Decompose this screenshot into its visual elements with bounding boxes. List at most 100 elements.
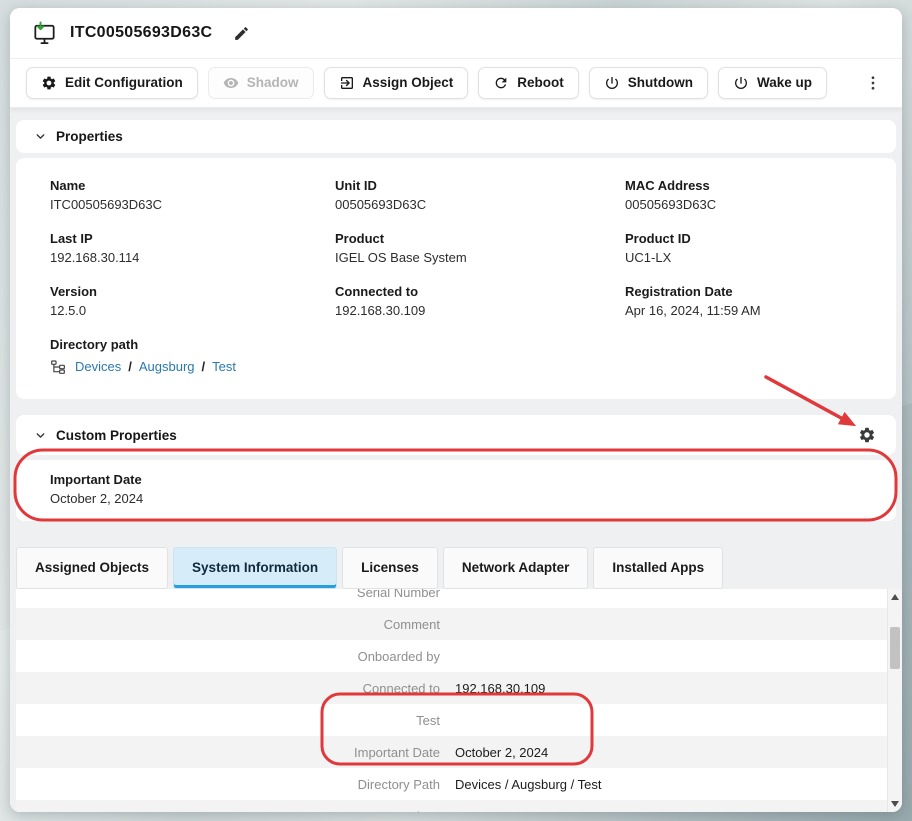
row-value: October 2, 2024 bbox=[455, 745, 548, 760]
kebab-menu-icon bbox=[864, 74, 882, 92]
property-field: Last IP192.168.30.114 bbox=[50, 231, 335, 266]
field-label: Registration Date bbox=[625, 284, 862, 300]
power-icon bbox=[604, 75, 620, 91]
row-label: Comment bbox=[16, 617, 455, 632]
custom-properties-section-toggle[interactable]: Custom Properties bbox=[16, 415, 896, 455]
property-field: NameITC00505693D63C bbox=[50, 178, 335, 213]
property-field: Product IGEL OS Base System bbox=[335, 231, 625, 266]
tab-system-information[interactable]: System Information bbox=[173, 547, 337, 589]
field-label: Product ID bbox=[625, 231, 862, 247]
property-field: Unit ID 00505693D63C bbox=[335, 178, 625, 213]
reboot-button[interactable]: Reboot bbox=[478, 67, 579, 99]
directory-path-field: Directory path Devices / Augsburg / Test bbox=[50, 337, 862, 375]
breadcrumb: Devices / Augsburg / Test bbox=[50, 359, 862, 375]
field-label: Product bbox=[335, 231, 625, 247]
assign-icon bbox=[339, 75, 355, 91]
table-rows: Serial Number Comment Onboarded by Connecte… bbox=[16, 589, 888, 812]
field-value: October 2, 2024 bbox=[50, 491, 862, 507]
reboot-icon bbox=[493, 75, 509, 91]
scrollbar-thumb[interactable] bbox=[890, 627, 900, 669]
system-information-panel: Serial Number Comment Onboarded by Connecte… bbox=[16, 589, 902, 812]
directory-path-label: Directory path bbox=[50, 337, 862, 353]
field-value: UC1-LX bbox=[625, 250, 862, 266]
row-value: 00505693D63C bbox=[455, 809, 546, 813]
field-label: Important Date bbox=[50, 472, 862, 488]
scroll-up-icon[interactable] bbox=[888, 590, 902, 604]
field-value: IGEL OS Base System bbox=[335, 250, 625, 266]
field-label: Connected to bbox=[335, 284, 625, 300]
table-row: Directory PathDevices / Augsburg / Test bbox=[16, 768, 888, 800]
eye-icon bbox=[223, 75, 239, 91]
custom-properties-section: Important Date October 2, 2024 bbox=[16, 460, 896, 521]
row-label: Important Date bbox=[16, 745, 455, 760]
page-header: ITC00505693D63C bbox=[10, 8, 902, 59]
toolbar-buttons: Edit Configuration Shadow Assign Object Reb… bbox=[26, 67, 827, 99]
row-label: Onboarded by bbox=[16, 649, 455, 664]
chevron-down-icon bbox=[34, 130, 47, 143]
toolbar: Edit Configuration Shadow Assign Object Reb… bbox=[10, 59, 902, 108]
row-label: Connected to bbox=[16, 681, 455, 696]
button-label: Assign Object bbox=[363, 75, 454, 91]
edit-name-button[interactable] bbox=[231, 23, 252, 44]
field-label: MAC Address bbox=[625, 178, 862, 194]
field-value: ITC00505693D63C bbox=[50, 197, 335, 213]
chevron-down-icon bbox=[34, 429, 47, 442]
field-value: 00505693D63C bbox=[625, 197, 862, 213]
custom-properties-settings-button[interactable] bbox=[856, 424, 878, 446]
button-label: Wake up bbox=[757, 75, 812, 91]
table-row: Comment bbox=[16, 608, 888, 640]
property-field: Product ID UC1-LX bbox=[625, 231, 862, 266]
scrollbar-track[interactable] bbox=[887, 589, 902, 812]
breadcrumb-link[interactable]: Augsburg bbox=[139, 359, 195, 375]
shadow-button: Shadow bbox=[208, 67, 314, 99]
breadcrumb-link[interactable]: Devices bbox=[75, 359, 121, 375]
breadcrumb-link[interactable]: Test bbox=[212, 359, 236, 375]
tab-installed-apps[interactable]: Installed Apps bbox=[593, 547, 723, 589]
directory-tree-icon bbox=[50, 359, 66, 375]
row-label: Directory Path bbox=[16, 777, 455, 792]
field-value: 12.5.0 bbox=[50, 303, 335, 319]
property-field: MAC Address 00505693D63C bbox=[625, 178, 862, 213]
field-label: Last IP bbox=[50, 231, 335, 247]
button-label: Shadow bbox=[247, 75, 299, 91]
field-label: Unit ID bbox=[335, 178, 625, 194]
assign-object-button[interactable]: Assign Object bbox=[324, 67, 469, 99]
field-value: Apr 16, 2024, 11:59 AM bbox=[625, 303, 862, 319]
custom-property-field: Important Date October 2, 2024 bbox=[50, 472, 862, 507]
button-label: Edit Configuration bbox=[65, 75, 183, 91]
row-label: Unit ID bbox=[16, 809, 455, 813]
tab-assigned-objects[interactable]: Assigned Objects bbox=[16, 547, 168, 589]
table-row: Unit ID00505693D63C bbox=[16, 800, 888, 812]
content-area: Properties NameITC00505693D63CUnit ID005… bbox=[10, 108, 902, 812]
page-title: ITC00505693D63C bbox=[70, 24, 212, 42]
gear-icon bbox=[41, 75, 57, 91]
row-label: Test bbox=[16, 713, 455, 728]
row-label: Serial Number bbox=[16, 589, 455, 600]
tab-network-adapter[interactable]: Network Adapter bbox=[443, 547, 589, 589]
table-row: Important DateOctober 2, 2024 bbox=[16, 736, 888, 768]
tab-licenses[interactable]: Licenses bbox=[342, 547, 438, 589]
breadcrumb-separator: / bbox=[202, 359, 206, 375]
properties-grid: NameITC00505693D63CUnit ID00505693D63CMA… bbox=[50, 178, 862, 319]
scroll-down-icon[interactable] bbox=[888, 797, 902, 811]
table-row: Onboarded by bbox=[16, 640, 888, 672]
wake-up-button[interactable]: Wake up bbox=[718, 67, 827, 99]
property-field: Connected to192.168.30.109 bbox=[335, 284, 625, 319]
properties-section-toggle[interactable]: Properties bbox=[16, 120, 896, 153]
custom-properties-section-title: Custom Properties bbox=[56, 428, 177, 443]
tabs: Assigned ObjectsSystem InformationLicens… bbox=[16, 547, 896, 589]
breadcrumb-links: Devices / Augsburg / Test bbox=[75, 359, 236, 375]
field-value: 00505693D63C bbox=[335, 197, 625, 213]
table-row: Test bbox=[16, 704, 888, 736]
shutdown-button[interactable]: Shutdown bbox=[589, 67, 708, 99]
table-row: Serial Number bbox=[16, 589, 888, 608]
button-label: Reboot bbox=[517, 75, 564, 91]
pencil-icon bbox=[233, 25, 250, 42]
more-options-button[interactable] bbox=[860, 70, 886, 96]
breadcrumb-separator: / bbox=[128, 359, 132, 375]
gear-icon bbox=[858, 426, 876, 444]
row-value: 192.168.30.109 bbox=[455, 681, 545, 696]
edit-configuration-button[interactable]: Edit Configuration bbox=[26, 67, 198, 99]
row-value: Devices / Augsburg / Test bbox=[455, 777, 601, 792]
button-label: Shutdown bbox=[628, 75, 693, 91]
